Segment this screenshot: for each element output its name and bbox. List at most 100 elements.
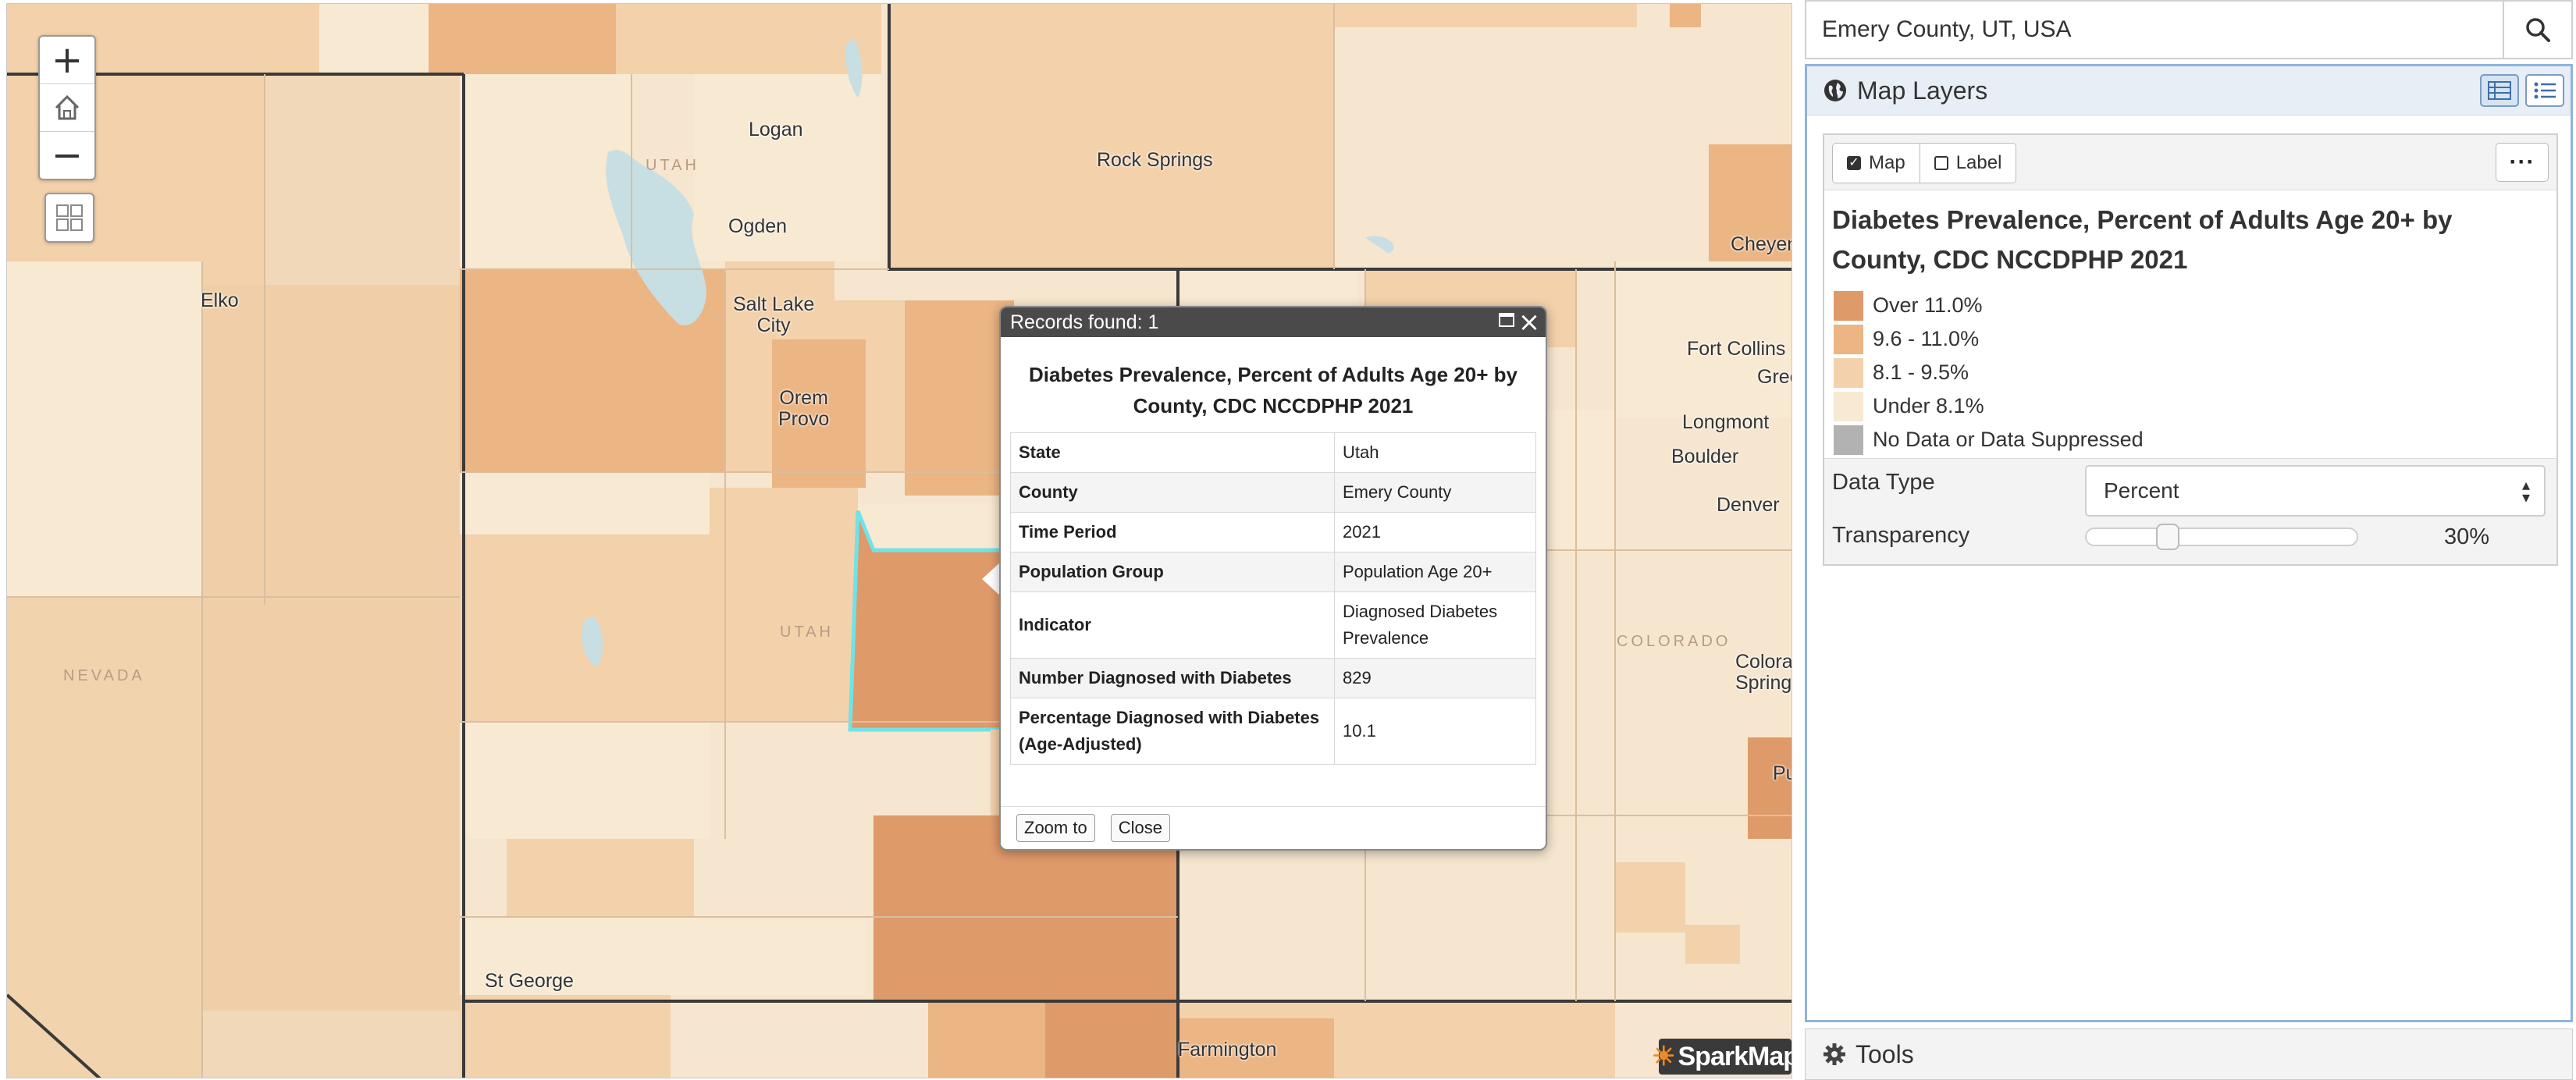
attribute-value: 829 [1334,658,1536,698]
data-type-select[interactable]: Percent ▴ ▾ [2085,465,2546,517]
location-search [1805,0,2573,59]
popup-pointer [982,562,1001,596]
legend-item: No Data or Data Suppressed [1834,423,2556,457]
state-label-utah-central: UTAH [780,623,834,641]
place-label-salt-lake-city: Salt Lake City [733,294,814,336]
search-button[interactable] [2503,2,2571,58]
records-found-label: Records found: 1 [1010,311,1159,333]
county-shape [460,722,710,839]
place-label-rock-springs: Rock Springs [1097,149,1213,171]
state-label-colorado: COLORADO [1617,633,1731,650]
county-shape [202,285,460,1011]
layer-title: Diabetes Prevalence, Percent of Adults A… [1832,205,2453,274]
popup-footer: Zoom to Close [1001,806,1546,849]
data-type-label: Data Type [1832,470,1935,495]
county-shape [928,1001,1045,1078]
table-row: County Emery County [1010,472,1536,513]
county-shape [460,995,671,1078]
attribute-key: County [1010,472,1335,513]
popup-layer-title: Diabetes Prevalence, Percent of Adults A… [1029,363,1517,417]
county-shape [710,488,858,722]
legend-label: Under 8.1% [1873,394,1984,417]
county-shape [1045,1001,1178,1078]
place-label-orem: Orem [779,387,828,409]
maximize-icon[interactable] [1499,313,1514,327]
tools-panel-header[interactable]: Tools [1805,1028,2573,1080]
select-caret-icon: ▴ ▾ [2521,477,2530,506]
label-toggle[interactable]: Label [1919,144,2016,183]
transparency-value: 30% [2443,524,2490,549]
map-layers-title: Map Layers [1857,76,1988,105]
checkbox-checked-icon: ✓ [1847,156,1861,170]
place-label-pueblo: Pu [1773,762,1791,784]
place-label-orem-provo: Orem Provo [778,388,829,430]
attribute-value: Diagnosed Diabetes Prevalence [1334,592,1536,659]
table-row: Population Group Population Age 20+ [1010,552,1536,592]
basemap-toggle-button[interactable] [44,193,94,243]
sparkmap-logo-text: SparkMap [1678,1041,1792,1071]
attribute-key: Time Period [1010,512,1335,552]
county-shape [1685,925,1740,964]
place-label-elko: Elko [201,290,239,311]
zoom-out-button[interactable]: − [40,132,94,179]
zoom-to-button[interactable]: Zoom to [1016,814,1095,842]
layer-card: ✓ Map Label ··· Diabetes Prevalence, Per… [1823,133,2558,566]
list-view-button[interactable] [2525,74,2564,107]
legend-label: 9.6 - 11.0% [1873,327,1980,350]
legend-item: 8.1 - 9.5% [1834,356,2556,389]
detail-view-button[interactable] [2480,74,2519,107]
place-label-spring: Spring [1735,672,1792,694]
county-shape [889,4,1178,269]
table-row: Time Period 2021 [1010,512,1536,552]
county-shape [7,261,202,597]
tools-label: Tools [1856,1039,1914,1068]
table-row: Percentage Diagnosed with Diabetes (Age-… [1010,698,1536,765]
county-shape [1178,4,1637,27]
layer-visibility-toggles: ✓ Map Label [1832,143,2017,183]
place-label-farmington: Farmington [1178,1039,1277,1060]
view-toggle [2480,74,2564,107]
attribute-key: Population Group [1010,552,1335,592]
attribute-value: Population Age 20+ [1334,552,1536,592]
popup-body[interactable]: Diabetes Prevalence, Percent of Adults A… [1001,337,1546,807]
home-button[interactable] [40,84,94,132]
attribute-key: Percentage Diagnosed with Diabetes (Age-… [1010,698,1335,765]
slider-handle[interactable] [2155,524,2179,550]
more-options-button[interactable]: ··· [2496,143,2549,182]
legend-item: Over 11.0% [1834,289,2556,322]
attribute-key: State [1010,432,1335,473]
state-label-nevada: NEVADA [63,667,145,684]
layer-controls: Data Type Percent ▴ ▾ Transparency 30% [1824,458,2556,564]
place-label-colorado-springs: Colora Spring [1735,652,1792,694]
label-toggle-label: Label [1955,152,2002,173]
attribute-value: Utah [1334,432,1536,473]
legend-swatch [1834,290,1863,321]
identify-popup: Records found: 1 × Diabetes Prevalence, … [999,306,1547,851]
attribute-key: Indicator [1010,592,1335,659]
county-shape [1748,737,1791,839]
county-shape [858,503,998,550]
county-shape [1373,1001,1615,1078]
map-toggle[interactable]: ✓ Map [1833,144,1920,183]
sidebar: Map Layers [1805,0,2576,1080]
county-shape [319,4,429,74]
sparkmap-logo[interactable]: ☀ SparkMap [1652,1039,1792,1075]
county-shape [460,74,632,269]
attribute-value: 10.1 [1334,698,1536,765]
close-icon[interactable]: × [1517,307,1541,337]
place-label-fort-collins: Fort Collins [1687,338,1786,360]
legend-swatch [1834,425,1863,455]
county-shape [694,74,881,261]
sparkmap-sun-icon: ☀ [1652,1042,1676,1071]
close-button[interactable]: Close [1110,814,1170,842]
place-label-salt-lake: Salt Lake [733,293,815,315]
place-label-longmont: Longmont [1682,411,1770,433]
search-icon [2526,18,2550,42]
legend-item: Under 8.1% [1834,389,2556,423]
zoom-in-button[interactable]: + [40,37,94,84]
map-layers-header[interactable]: Map Layers [1807,66,2571,115]
search-input[interactable] [1806,2,2503,58]
legend-swatch [1834,324,1863,354]
transparency-slider[interactable] [2085,524,2358,550]
legend-item: 9.6 - 11.0% [1834,322,2556,356]
